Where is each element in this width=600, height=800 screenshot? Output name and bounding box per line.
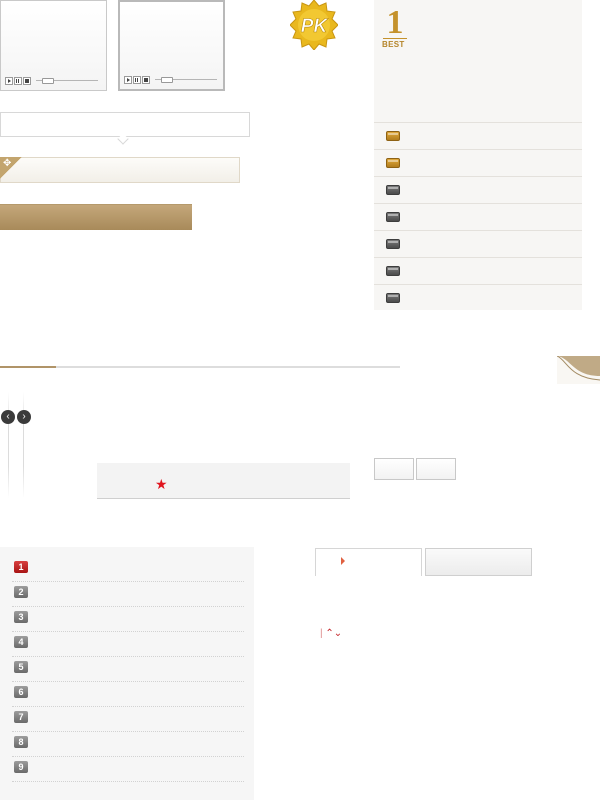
divider	[8, 392, 9, 498]
rank-badge: 8	[14, 736, 28, 748]
rank-badge: 5	[14, 661, 28, 673]
best-list-item[interactable]	[374, 122, 582, 149]
list-item[interactable]: 5	[12, 657, 244, 682]
folder-icon	[386, 212, 400, 222]
rank-badge: 3	[14, 611, 28, 623]
page-curl-button[interactable]	[557, 356, 600, 384]
draggable-bar[interactable]	[0, 157, 240, 183]
video-player-1[interactable]	[0, 0, 107, 91]
seek-handle[interactable]	[161, 77, 173, 83]
seek-bar[interactable]	[36, 78, 98, 84]
best-list-item[interactable]	[374, 257, 582, 284]
gold-banner-button[interactable]	[0, 204, 192, 230]
seek-bar[interactable]	[155, 77, 217, 83]
folder-icon	[386, 266, 400, 276]
pk-badge: PK	[290, 0, 338, 50]
rating-box[interactable]	[97, 463, 350, 499]
move-icon[interactable]: ✥	[3, 158, 11, 169]
rank-badge: 9	[14, 761, 28, 773]
best-label: BEST	[382, 40, 405, 49]
small-button-left[interactable]	[374, 458, 414, 480]
pause-icon[interactable]	[133, 75, 141, 84]
best-list-item[interactable]	[374, 149, 582, 176]
list-item[interactable]: 6	[12, 682, 244, 707]
player-controls	[5, 76, 98, 85]
rank-badge: 1	[14, 561, 28, 573]
player-controls	[124, 75, 217, 84]
folder-icon	[386, 131, 400, 141]
chevron-right-icon[interactable]: ›	[17, 410, 31, 424]
seek-handle[interactable]	[42, 78, 54, 84]
arrow-right-icon	[341, 557, 345, 565]
folder-icon	[386, 239, 400, 249]
rank-badge: 7	[14, 711, 28, 723]
stop-icon[interactable]	[23, 76, 31, 85]
tab-active[interactable]	[315, 548, 422, 576]
list-item[interactable]: 8	[12, 732, 244, 757]
play-icon[interactable]	[124, 75, 132, 84]
star-icon[interactable]: ★	[155, 477, 168, 491]
video-player-2[interactable]	[118, 0, 225, 91]
stop-icon[interactable]	[142, 75, 150, 84]
list-item[interactable]: 4	[12, 632, 244, 657]
best-list-item[interactable]	[374, 176, 582, 203]
divider	[23, 392, 24, 498]
tab-inactive[interactable]	[425, 548, 532, 576]
chevron-up-icon[interactable]: ⌃	[325, 628, 333, 639]
sort-control: | ⌃⌄	[320, 629, 342, 639]
pause-icon[interactable]	[14, 76, 22, 85]
best-list-item[interactable]	[374, 284, 582, 311]
small-button-right[interactable]	[416, 458, 456, 480]
best-underline	[383, 38, 407, 39]
best-rank-number: 1	[386, 4, 404, 41]
divider: |	[320, 628, 323, 639]
list-item[interactable]: 1	[12, 557, 244, 582]
folder-icon	[386, 185, 400, 195]
rank-badge: 6	[14, 686, 28, 698]
list-item[interactable]: 2	[12, 582, 244, 607]
rank-badge: 4	[14, 636, 28, 648]
best-list-item[interactable]	[374, 203, 582, 230]
chevron-down-icon[interactable]: ⌄	[334, 628, 342, 639]
list-item[interactable]: 7	[12, 707, 244, 732]
rank-badge: 2	[14, 586, 28, 598]
progress-fill	[0, 366, 56, 368]
list-item[interactable]: 3	[12, 607, 244, 632]
list-item[interactable]: 9	[12, 757, 244, 782]
folder-icon	[386, 293, 400, 303]
folder-icon	[386, 158, 400, 168]
tooltip-box[interactable]	[0, 112, 250, 137]
progress-track	[0, 366, 400, 368]
chevron-left-icon[interactable]: ‹	[1, 410, 15, 424]
pk-badge-label: PK	[301, 16, 329, 37]
best-list-item[interactable]	[374, 230, 582, 257]
play-icon[interactable]	[5, 76, 13, 85]
